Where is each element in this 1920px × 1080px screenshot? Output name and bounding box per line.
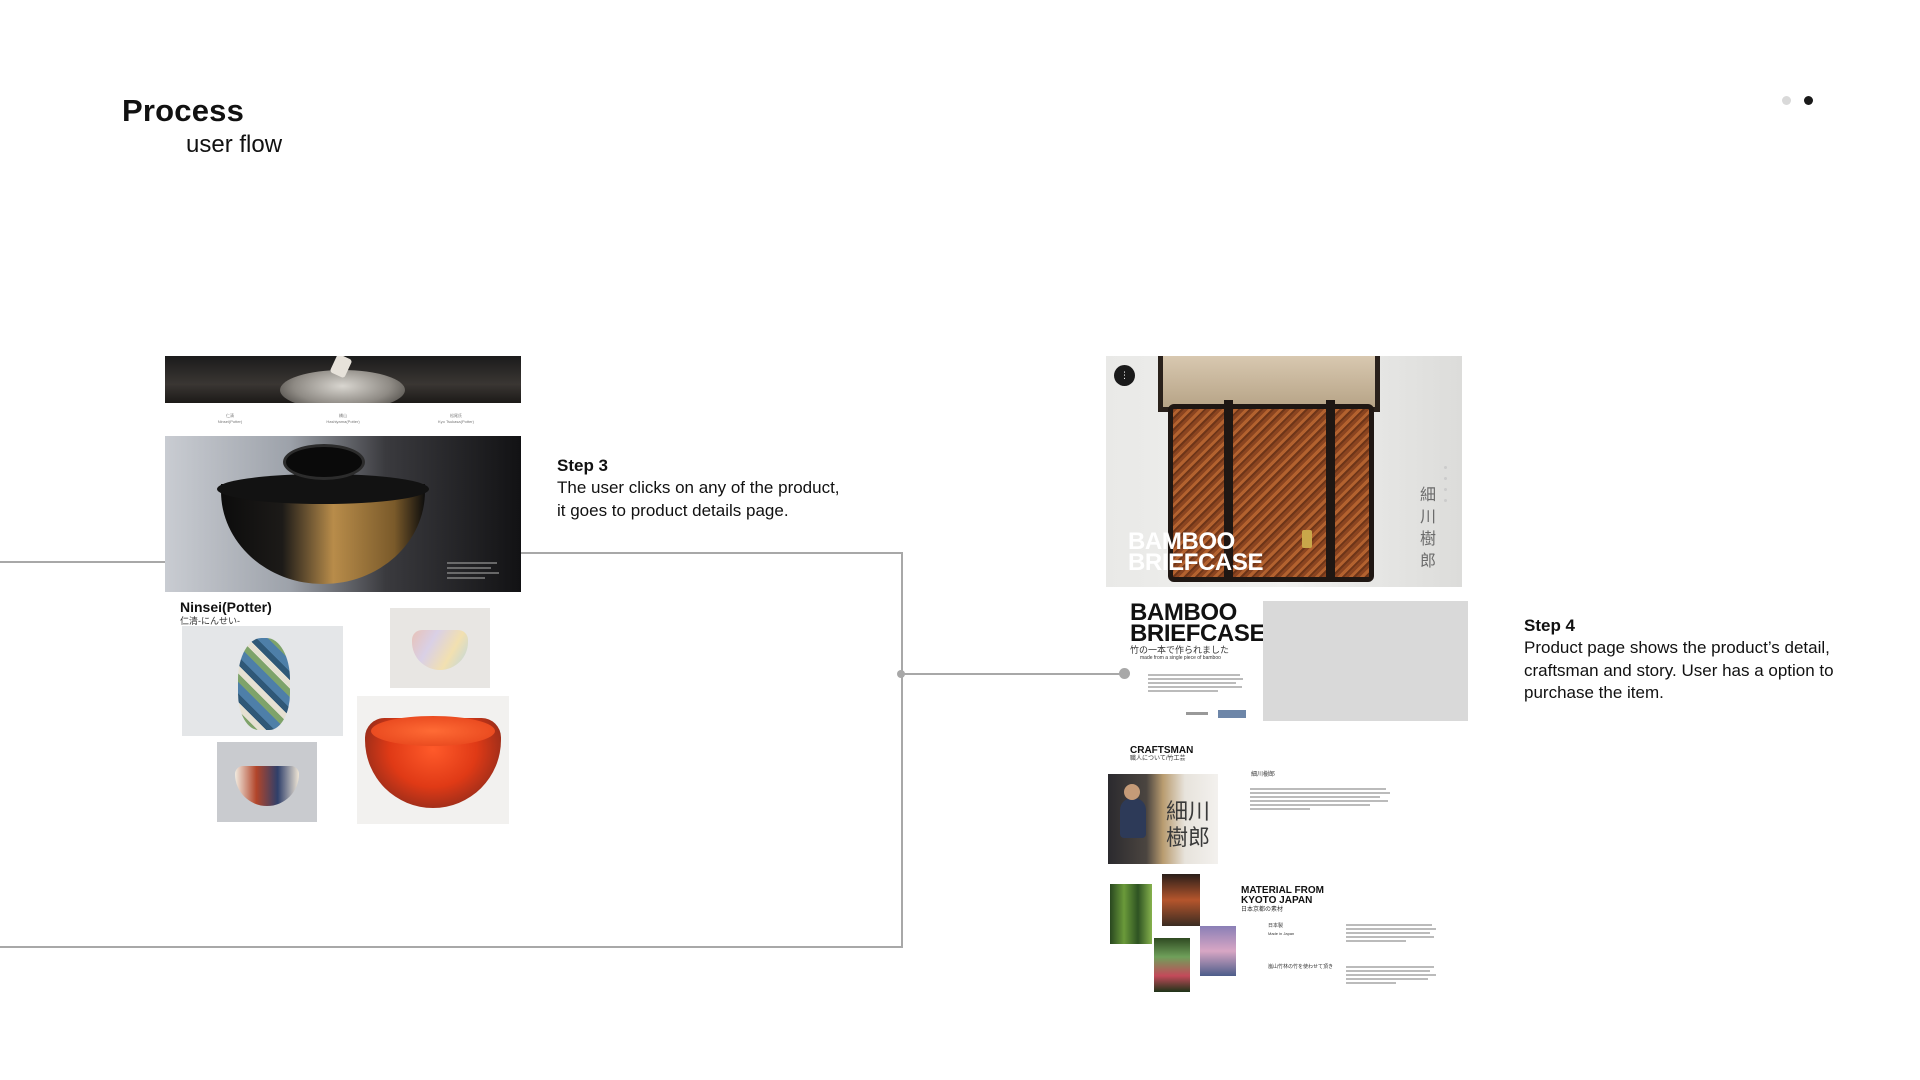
product-hero-image: ⋮ 細川樹郎 BAMBOO BRIEFCASE (1106, 356, 1462, 587)
step-3-title: Step 3 (557, 456, 609, 475)
artist-nav-item-1[interactable]: 仁清 Ninsei(Potter) (185, 413, 275, 427)
product-pastel-bowl-image[interactable] (390, 608, 490, 688)
craftsman-subheading: 職人について/竹工芸 (1130, 756, 1186, 762)
product-vase-image[interactable] (182, 626, 343, 736)
step-4-line-2: craftsman and story. User has a option t… (1524, 660, 1834, 680)
page-title: Process (122, 93, 245, 128)
made-in-japan-en: Made in Japan (1268, 931, 1295, 936)
add-to-cart-button[interactable] (1218, 710, 1246, 718)
product-red-bowl-image[interactable] (357, 696, 509, 824)
product-detail-image-placeholder (1263, 601, 1468, 721)
step-4-line-1: Product page shows the product’s detail, (1524, 638, 1830, 657)
featured-bowl-image[interactable] (165, 436, 521, 592)
product-page-mock: ⋮ 細川樹郎 BAMBOO BRIEFCASE BAMBOO BRIEFCASE… (1106, 356, 1468, 996)
product-small-bowl-image[interactable] (217, 742, 317, 822)
pagination-dot-2[interactable] (1804, 96, 1813, 105)
craftsman-heading: CRAFTSMAN (1130, 745, 1194, 756)
garden-image (1154, 938, 1190, 992)
artist-name: Ninsei(Potter) (180, 599, 272, 615)
connector-vertical (901, 552, 903, 948)
material-subheading: 日本京都の素材 (1241, 907, 1284, 913)
material-text-2 (1346, 966, 1436, 986)
product-subtitle-en: made from a single piece of bamboo (1140, 655, 1221, 661)
menu-icon[interactable]: ⋮ (1114, 365, 1135, 386)
connector-right (902, 673, 1124, 675)
artist-nav-item-3[interactable]: 松尾氏 Kyo Tsukasa(Potter) (411, 413, 501, 427)
step-3-block: Step 3 The user clicks on any of the pro… (557, 456, 840, 522)
product-title-line-2: BRIEFCASE (1130, 620, 1266, 647)
artist-nav: 仁清 Ninsei(Potter) 橋山 Hashiyama(Potter) 松… (185, 413, 501, 427)
hero-banner-image (165, 356, 521, 403)
craftsman-name: 細川樹郎 (1251, 772, 1276, 778)
page-subtitle: user flow (186, 131, 283, 158)
artist-nav-item-2[interactable]: 橋山 Hashiyama(Potter) (298, 413, 388, 427)
product-price (1186, 712, 1208, 715)
step-4-title: Step 4 (1524, 616, 1576, 635)
material-text-1 (1346, 924, 1436, 944)
pagination-dot-1[interactable] (1782, 96, 1791, 105)
step-4-line-3: purchase the item. (1524, 683, 1664, 702)
product-subtitle-jp: 竹の一本で作られました (1130, 645, 1230, 655)
craftsman-calligraphy: 細川樹郎 (1166, 800, 1211, 851)
step-3-line-1: The user clicks on any of the product, (557, 478, 840, 497)
connector-bottom (0, 946, 903, 948)
material-place-text: 嵐山竹林の竹を使わせて頂き (1268, 964, 1334, 970)
step-3-line-2: it goes to product details page. (557, 500, 789, 520)
craftsman-photo: 細川樹郎 (1108, 774, 1218, 864)
hero-title-line-2: BRIEFCASE (1128, 549, 1264, 576)
hero-vertical-text: 細川樹郎 (1420, 485, 1437, 570)
product-description (1148, 674, 1243, 694)
material-heading-line-2: KYOTO JAPAN (1241, 895, 1313, 906)
bamboo-forest-image (1110, 884, 1152, 944)
made-in-japan-jp: 日本製 (1268, 923, 1284, 929)
step-4-block: Step 4 Product page shows the product’s … (1524, 616, 1834, 705)
shrine-image (1162, 874, 1200, 926)
pagoda-image (1200, 926, 1236, 976)
craftsman-bio (1250, 788, 1390, 812)
artist-page-mock: 仁清 Ninsei(Potter) 橋山 Hashiyama(Potter) 松… (165, 356, 521, 826)
